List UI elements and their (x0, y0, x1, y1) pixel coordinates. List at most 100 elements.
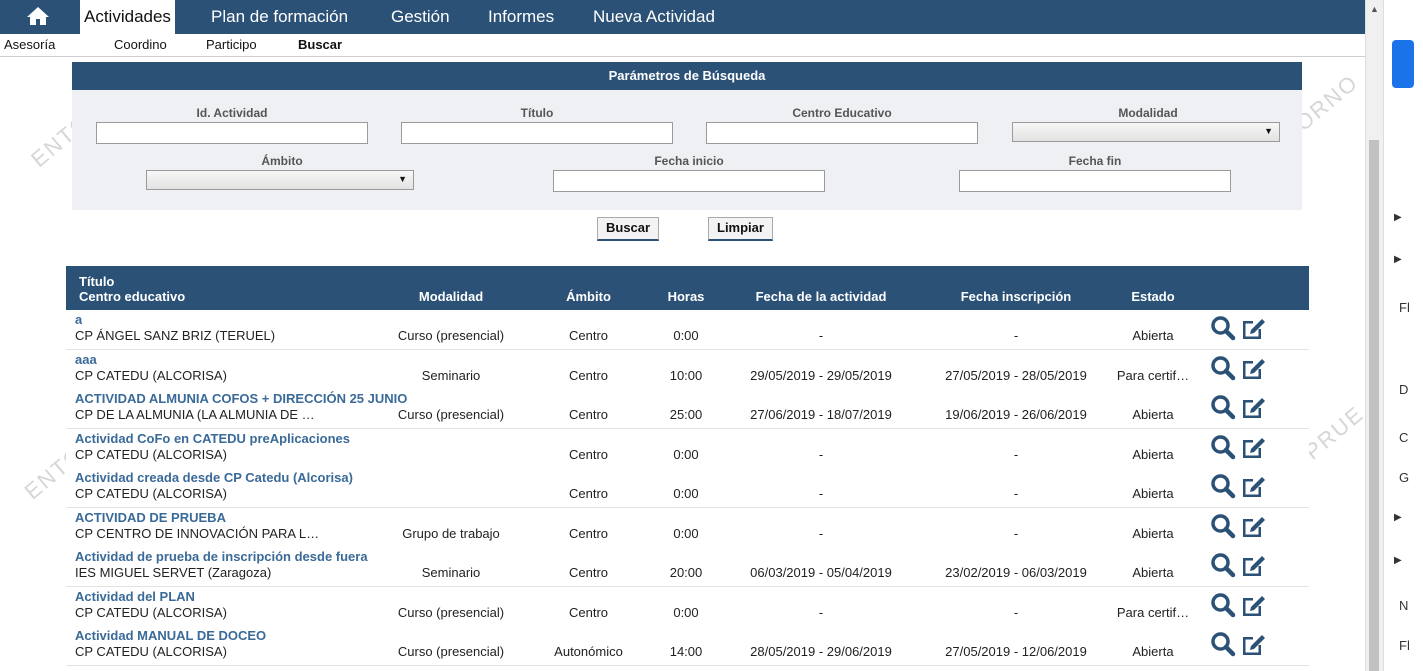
subnav-coordino[interactable]: Coordino (114, 37, 167, 52)
row-title[interactable]: aaa (75, 352, 97, 367)
subnav-participo[interactable]: Participo (206, 37, 257, 52)
row-modalidad: Seminario (421, 565, 481, 580)
edit-icon[interactable] (1240, 513, 1268, 542)
scrollbar-thumb[interactable] (1369, 140, 1379, 671)
nav-nueva-actividad[interactable]: Nueva Actividad (589, 0, 719, 34)
row-horas: 0:00 (673, 604, 699, 620)
row-title[interactable]: Actividad creada desde CP Catedu (Alcori… (75, 470, 353, 485)
header-ambito[interactable]: Ámbito (536, 289, 641, 304)
row-ambito: Centro (568, 604, 609, 620)
edit-icon[interactable] (1240, 355, 1268, 384)
row-horas: 25:00 (669, 407, 703, 422)
row-title[interactable]: Actividad de prueba de inscripción desde… (75, 549, 368, 564)
header-fecha-inscripcion[interactable]: Fecha inscripción (926, 289, 1106, 304)
row-title[interactable]: Actividad del PLAN (75, 589, 195, 604)
caret-right-icon[interactable]: ▶ (1394, 212, 1402, 223)
row-actions (1210, 513, 1268, 542)
edit-icon[interactable] (1240, 631, 1268, 660)
label-modalidad: Modalidad (1118, 106, 1178, 120)
edit-icon[interactable] (1240, 592, 1268, 621)
search-icon[interactable] (1210, 394, 1236, 423)
vertical-scrollbar[interactable]: ▲ (1365, 0, 1383, 671)
titulo-input[interactable] (401, 122, 673, 144)
subnav-asesoria[interactable]: Asesoría (4, 37, 55, 52)
row-horas: 20:00 (669, 565, 703, 580)
row-fecha-actividad: - (818, 446, 824, 462)
row-fecha-actividad: - (818, 604, 824, 620)
row-estado: Abierta (1132, 644, 1174, 659)
right-panel-letter: N (1399, 598, 1409, 613)
edit-icon[interactable] (1240, 315, 1268, 344)
edit-icon[interactable] (1240, 473, 1268, 502)
id-actividad-input[interactable] (96, 122, 368, 144)
ambito-select[interactable]: ▼ (146, 170, 414, 190)
row-actions (1210, 434, 1268, 463)
fecha-inicio-input[interactable] (553, 170, 825, 192)
row-fecha-inscripcion: 27/05/2019 - 12/06/2019 (945, 644, 1087, 659)
search-icon[interactable] (1210, 473, 1236, 502)
home-button[interactable] (10, 0, 66, 34)
right-side-panel: ▶ ▶ Fl D C G ▶ ▶ N Fl (1383, 0, 1423, 671)
search-icon[interactable] (1210, 552, 1236, 581)
header-estado[interactable]: Estado (1113, 289, 1193, 304)
table-row: ACTIVIDAD DE PRUEBA CP CENTRO DE INNOVACI… (66, 507, 1309, 548)
header-horas[interactable]: Horas (656, 289, 716, 304)
fecha-fin-input[interactable] (959, 170, 1231, 192)
edit-icon[interactable] (1240, 394, 1268, 423)
search-icon[interactable] (1210, 315, 1236, 344)
edit-icon[interactable] (1240, 552, 1268, 581)
row-modalidad: Curso (presencial) (397, 644, 505, 659)
modalidad-select[interactable]: ▼ (1012, 122, 1280, 142)
right-panel-letter: Fl (1399, 300, 1410, 315)
row-title[interactable]: ACTIVIDAD DE PRUEBA (75, 510, 226, 525)
label-fecha-inicio: Fecha inicio (654, 154, 724, 168)
row-modalidad: Curso (presencial) (397, 604, 505, 620)
scroll-up-icon[interactable]: ▲ (1370, 4, 1379, 14)
table-row: Actividad CoFo en CATEDU preAplicaciones… (66, 428, 1309, 469)
row-horas: 14:00 (669, 644, 703, 659)
header-modalidad[interactable]: Modalidad (371, 289, 531, 304)
search-icon[interactable] (1210, 631, 1236, 660)
row-actions (1210, 631, 1268, 660)
centro-educativo-input[interactable] (706, 122, 978, 144)
row-title[interactable]: Actividad MANUAL DE DOCEO (75, 628, 266, 643)
row-estado: Abierta (1132, 446, 1174, 462)
row-title[interactable]: a (75, 312, 82, 327)
nav-informes[interactable]: Informes (484, 0, 558, 34)
caret-right-icon[interactable]: ▶ (1394, 512, 1402, 523)
caret-right-icon[interactable]: ▶ (1394, 555, 1402, 566)
caret-right-icon[interactable]: ▶ (1394, 254, 1402, 265)
search-icon[interactable] (1210, 513, 1236, 542)
row-title[interactable]: Actividad CoFo en CATEDU preAplicaciones (75, 431, 350, 446)
top-navigation: Actividades Plan de formación Gestión In… (0, 0, 1365, 34)
blue-button[interactable] (1392, 40, 1414, 88)
row-actions (1210, 315, 1268, 344)
search-icon[interactable] (1210, 355, 1236, 384)
header-titulo[interactable]: Título (79, 274, 114, 289)
row-actions (1210, 473, 1268, 502)
row-ambito: Centro (568, 486, 609, 501)
nav-plan-formacion[interactable]: Plan de formación (207, 0, 352, 34)
row-ambito: Centro (568, 328, 609, 343)
buscar-button[interactable]: Buscar (597, 217, 660, 241)
row-centro: CP CATEDU (ALCORISA) (75, 367, 227, 383)
row-modalidad: Curso (presencial) (397, 407, 505, 422)
search-icon[interactable] (1210, 592, 1236, 621)
header-fecha-actividad[interactable]: Fecha de la actividad (731, 289, 911, 304)
label-centro-educativo: Centro Educativo (792, 106, 892, 120)
chevron-down-icon: ▼ (1264, 126, 1273, 136)
row-fecha-inscripcion: 19/06/2019 - 26/06/2019 (945, 407, 1087, 422)
subnav-buscar[interactable]: Buscar (298, 37, 342, 52)
nav-gestion[interactable]: Gestión (387, 0, 454, 34)
nav-actividades[interactable]: Actividades (80, 0, 175, 34)
edit-icon[interactable] (1240, 434, 1268, 463)
row-actions (1210, 355, 1268, 384)
row-title[interactable]: ACTIVIDAD ALMUNIA COFOS + DIRECCIÓN 25 J… (75, 391, 407, 406)
header-centro[interactable]: Centro educativo (79, 289, 185, 304)
row-ambito: Centro (568, 367, 609, 383)
limpiar-button[interactable]: Limpiar (708, 217, 773, 241)
search-icon[interactable] (1210, 434, 1236, 463)
search-parameters-panel: Parámetros de Búsqueda Id. Actividad Tít… (72, 62, 1302, 210)
results-table: Título Centro educativo Modalidad Ámbito… (66, 266, 1309, 671)
row-fecha-inscripcion: - (1013, 328, 1019, 343)
